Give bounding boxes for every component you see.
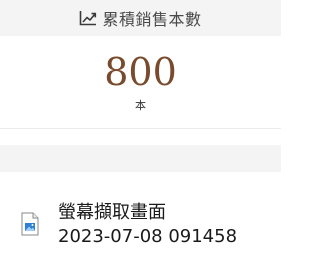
- sales-count-unit: 本: [135, 99, 146, 112]
- section-divider: [0, 128, 281, 129]
- file-name-line-2: 2023-07-08 091458: [58, 226, 238, 247]
- stats-title: 累積銷售本數: [102, 10, 202, 29]
- file-name: 螢幕擷取畫面 2023-07-08 091458: [58, 201, 237, 249]
- file-name-line-1: 螢幕擷取畫面: [58, 202, 166, 223]
- sales-count-value: 800: [104, 50, 177, 94]
- image-file-icon: [21, 212, 39, 240]
- sales-stats-card: 800 本: [0, 36, 281, 128]
- attachment-file-item[interactable]: 螢幕擷取畫面 2023-07-08 091458: [0, 195, 281, 261]
- section-gap: [0, 145, 281, 172]
- sales-stats-header: 累積銷售本數: [0, 0, 281, 36]
- trending-up-icon: [79, 10, 97, 26]
